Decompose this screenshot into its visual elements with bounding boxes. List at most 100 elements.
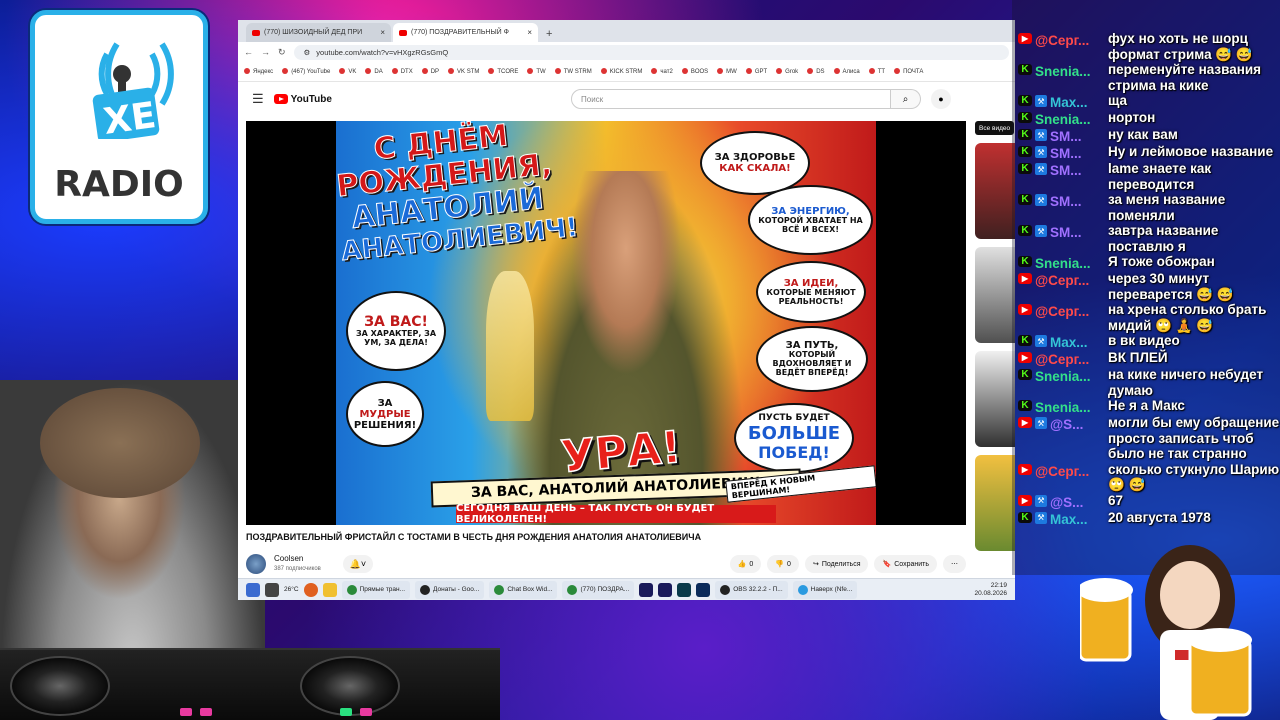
chat-author-name: SM... (1050, 194, 1082, 209)
bookmark[interactable]: Яндекс (244, 68, 273, 75)
bookmark[interactable]: ПОЧТА (894, 68, 923, 75)
video-player[interactable]: С ДНЁМ РОЖДЕНИЯ, АНАТОЛИЙ АНАТОЛИЕВИЧ! З… (246, 121, 966, 525)
bookmark[interactable]: TW (527, 68, 545, 75)
pad (180, 708, 192, 716)
reload-icon[interactable]: ↻ (278, 47, 286, 58)
new-tab-button[interactable]: + (540, 28, 558, 42)
folder-icon[interactable] (322, 582, 337, 597)
video-thumbnail[interactable] (975, 351, 1015, 447)
url-field[interactable]: ⚙ youtube.com/watch?v=vHXgzRGsGmQ (293, 44, 1009, 60)
firefox-icon[interactable] (303, 582, 318, 597)
bookmark[interactable]: BOOS (682, 68, 708, 75)
forward-icon[interactable]: → (261, 47, 270, 57)
badge-icon: ⚒ (1035, 335, 1047, 347)
weather-temp[interactable]: 26°C (284, 586, 299, 593)
save-button[interactable]: 🔖 Сохранить (874, 555, 937, 573)
bookmark[interactable]: DP (422, 68, 439, 75)
close-icon[interactable]: × (380, 28, 385, 37)
task-view-icon[interactable] (265, 582, 279, 597)
taskbar-window[interactable]: Донаты - Goo... (415, 580, 485, 599)
search-input[interactable]: Поиск (571, 89, 891, 109)
chat-author-name: SM... (1050, 146, 1082, 161)
taskbar-window[interactable]: Наверх (Nfe... (792, 580, 858, 599)
bubble-text: РЕШЕНИЯ! (353, 419, 417, 431)
kick-icon: K (1018, 194, 1032, 205)
chat-message: K Snenia... нортон (1018, 110, 1280, 127)
windows-start-icon[interactable] (246, 582, 260, 597)
youtube-logo[interactable]: YouTube (273, 94, 332, 105)
share-button[interactable]: ↪ Поделиться (804, 555, 869, 573)
bookmark[interactable]: DS (807, 68, 824, 75)
bookmark[interactable]: TCORE (488, 68, 518, 75)
bookmark[interactable]: VK (339, 68, 356, 75)
bookmark[interactable]: DTX (392, 68, 413, 75)
bookmark[interactable]: (467) YouTube (282, 68, 330, 75)
photoshop-icon[interactable] (696, 582, 711, 597)
chat-message-text: на кике ничего небудет думаю (1108, 367, 1264, 398)
more-icon[interactable]: ⋯ (943, 555, 966, 573)
bookmark[interactable]: Grok (776, 68, 798, 75)
chat-message-text: Я тоже обожран (1108, 254, 1215, 269)
video-thumbnail[interactable] (975, 455, 1015, 551)
share-icon: ↪ (812, 561, 819, 568)
search-icon[interactable]: ⌕ (891, 89, 921, 109)
tab-2[interactable]: (770) ПОЗДРАВИТЕЛЬНЫЙ Ф × (393, 23, 538, 42)
microphone-icon[interactable]: ● (931, 89, 951, 109)
chat-message: K Snenia... Я тоже обожран (1018, 254, 1280, 271)
chat-message: K ⚒ SM... Ну и леймовое название (1018, 144, 1280, 161)
like-button[interactable]: 👍 0 (729, 555, 762, 573)
chat-message: ▶ ⚒ @S... могли бы ему обращение просто зап… (1018, 415, 1280, 462)
taskbar-window[interactable]: (770) ПОЗДРА... (562, 580, 635, 599)
back-icon[interactable]: ← (244, 47, 253, 57)
chat-message-text: завтра название поставлю я (1108, 223, 1219, 254)
taskbar-window[interactable]: Прямые тран... (341, 580, 411, 599)
clock[interactable]: 22:19 20.08.2026 (974, 582, 1007, 598)
bookmark[interactable]: VK STM (448, 68, 479, 75)
x-icon (420, 584, 431, 595)
video-title: ПОЗДРАВИТЕЛЬНЫЙ ФРИСТАЙЛ С ТОСТАМИ В ЧЕС… (246, 532, 702, 542)
video-thumbnail[interactable] (975, 247, 1015, 343)
bookmark[interactable]: TT (869, 68, 885, 75)
site-info-icon[interactable]: ⚙ (304, 48, 311, 57)
taskbar-window[interactable]: OBS 32.2.2 - П... (715, 580, 788, 599)
taskbar-window-label: (770) ПОЗДРА... (580, 586, 630, 593)
avatar[interactable] (246, 554, 266, 574)
bookmark[interactable]: чат2 (651, 68, 672, 75)
close-icon[interactable]: × (527, 28, 532, 37)
bell-icon[interactable]: 🔔˅ (342, 555, 373, 573)
tab-all-videos[interactable]: Все видео (975, 121, 1015, 135)
dislike-button[interactable]: 👎 0 (767, 555, 799, 573)
tab-bar: (770) ШИЗОИДНЫЙ ДЕД ПРИ × (770) ПОЗДРАВИТ… (238, 20, 1015, 42)
menu-icon[interactable]: ☰ (252, 91, 264, 107)
bookmark[interactable]: Алиса (834, 68, 860, 75)
channel-name[interactable]: Coolsen (274, 554, 303, 563)
taskbar-window[interactable]: Chat Box Wid... (489, 580, 558, 599)
bookmark[interactable]: TW STRM (555, 68, 592, 75)
chat-message-text: ща (1108, 93, 1128, 108)
url-text: youtube.com/watch?v=vHXgzRGsGmQ (316, 47, 449, 57)
chat-author: K ⚒ Max... (1018, 333, 1108, 350)
premiere-icon[interactable] (639, 582, 654, 597)
anime-mascot-with-beer (1080, 545, 1252, 720)
chat-author: K Snenia... (1018, 62, 1108, 93)
bookmark[interactable]: KICK STRM (601, 68, 643, 75)
video-thumbnail[interactable] (975, 143, 1015, 239)
kick-icon: K (1018, 64, 1032, 75)
chat-author: ▶ @Серг... (1018, 271, 1108, 302)
kick-icon: K (1018, 256, 1032, 267)
kick-icon: K (1018, 369, 1032, 380)
tab-1[interactable]: (770) ШИЗОИДНЫЙ ДЕД ПРИ × (246, 23, 391, 42)
bookmark[interactable]: MW (717, 68, 737, 75)
bookmark[interactable]: GPT (746, 68, 767, 75)
chat-message: K ⚒ SM... ну как вам (1018, 127, 1280, 144)
kick-icon: K (1018, 112, 1032, 123)
premiere-icon[interactable] (658, 582, 673, 597)
tab-label: (770) ПОЗДРАВИТЕЛЬНЫЙ Ф (411, 29, 509, 36)
chat-message: K Snenia... на кике ничего небудет думаю (1018, 367, 1280, 398)
audition-icon[interactable] (677, 582, 692, 597)
channel-row: Coolsen 387 подписчиков 🔔˅ 👍 0 👎 0 ↪ Поделит… (246, 552, 966, 576)
kick-icon: K (1018, 146, 1032, 157)
poster-title: С ДНЁМ РОЖДЕНИЯ, АНАТОЛИЙ АНАТОЛИЕВИЧ! (336, 121, 580, 269)
chat-author: K ⚒ SM... (1018, 161, 1108, 192)
bookmark[interactable]: DA (365, 68, 382, 75)
